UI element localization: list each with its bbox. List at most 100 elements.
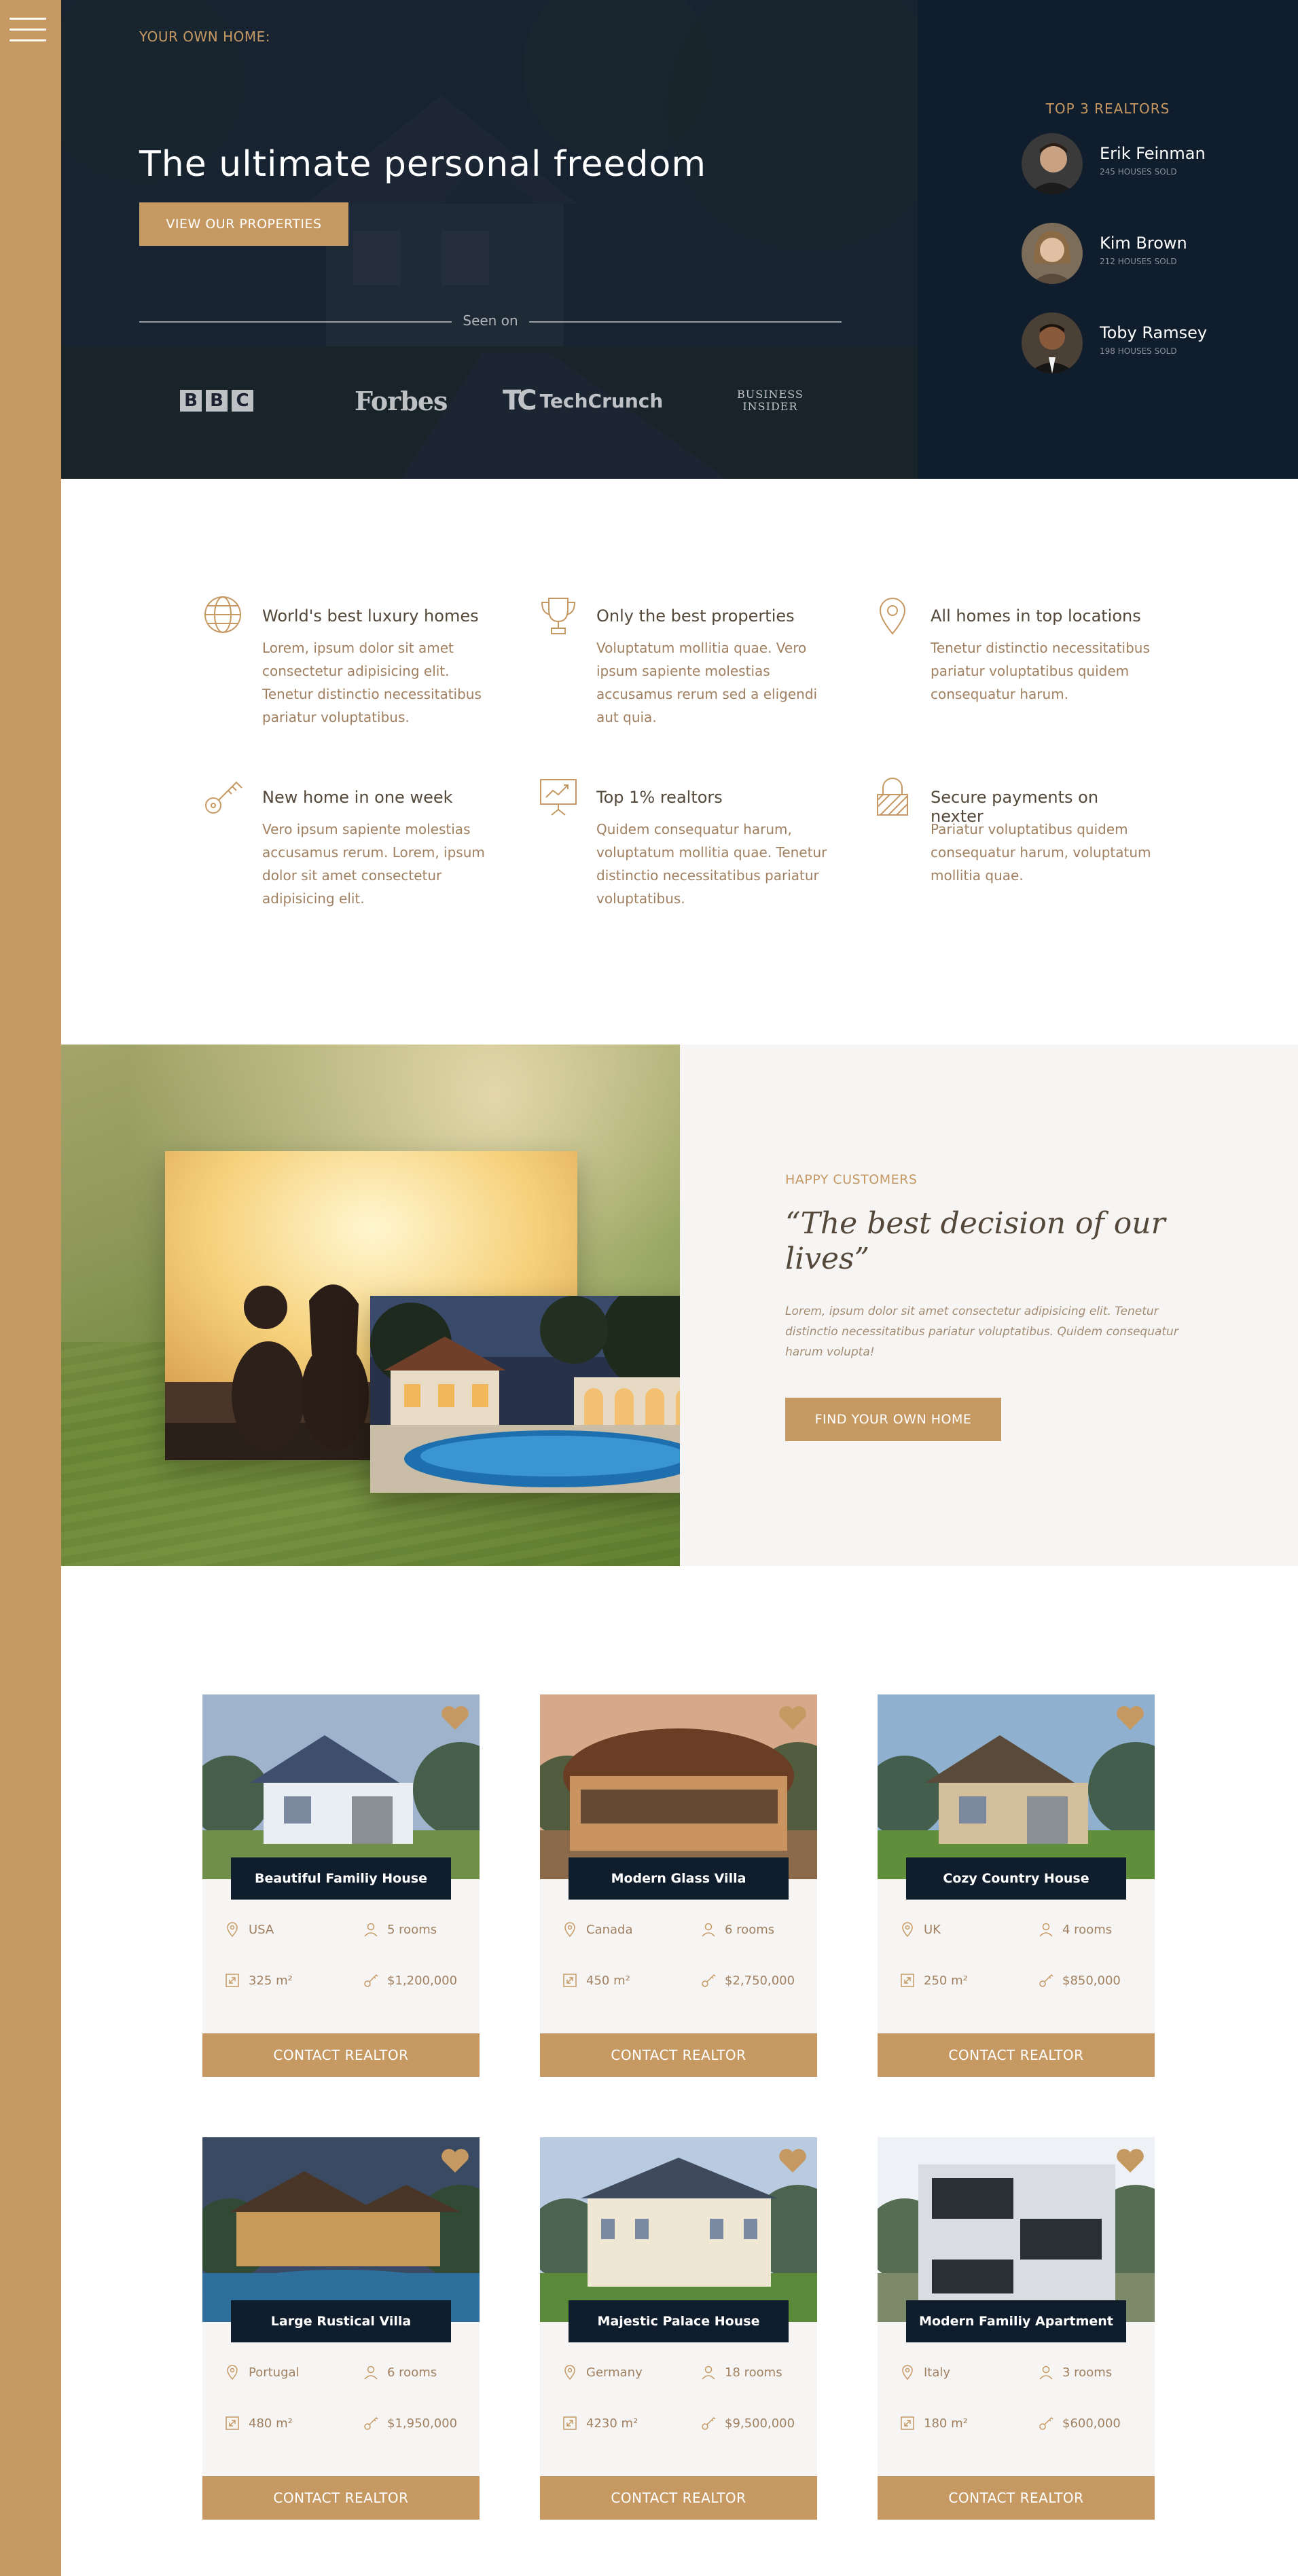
feature-item: Top 1% realtors Quidem consequatur harum… <box>537 776 827 911</box>
story-title: “The best decision of our lives” <box>785 1206 1166 1276</box>
feature-text: Tenetur distinctio necessitatibus pariat… <box>931 640 1150 702</box>
user-icon <box>700 1921 717 1938</box>
home-image <box>202 2137 480 2322</box>
home-country: Italy <box>899 2364 950 2380</box>
home-name: Modern Glass Villa <box>569 1857 789 1900</box>
home-area: 4230 m² <box>562 2415 638 2431</box>
map-pin-icon <box>224 1921 240 1938</box>
home-name: Large Rustical Villa <box>231 2300 451 2342</box>
user-icon <box>363 2364 379 2380</box>
home-card: Modern Familiy Apartment Italy 3 rooms 1… <box>878 2137 1155 2520</box>
home-price: $2,750,000 <box>700 1972 795 1989</box>
map-pin-icon <box>899 1921 916 1938</box>
home-card: Beautiful Familiy House USA 5 rooms 325 … <box>202 1694 480 2077</box>
home-name: Beautiful Familiy House <box>231 1857 451 1900</box>
realtor-item[interactable]: Erik Feinman 245 HOUSES SOLD <box>1022 133 1266 194</box>
padlock-icon <box>877 778 908 816</box>
contact-realtor-button[interactable]: CONTACT REALTOR <box>202 2033 480 2077</box>
contact-realtor-button[interactable]: CONTACT REALTOR <box>540 2476 817 2520</box>
villa-pool-image <box>370 1296 680 1493</box>
hero-title: The ultimate personal freedom <box>139 144 706 185</box>
heart-favorite-icon[interactable] <box>1115 2147 1145 2174</box>
view-properties-button[interactable]: VIEW OUR PROPERTIES <box>139 202 348 246</box>
presentation-chart-icon <box>540 779 577 816</box>
home-rooms: 5 rooms <box>363 1921 437 1938</box>
find-home-button[interactable]: FIND YOUR OWN HOME <box>785 1398 1001 1441</box>
realtors-title: TOP 3 REALTORS <box>1045 101 1170 117</box>
home-country: Portugal <box>224 2364 300 2380</box>
menu-hamburger-icon[interactable] <box>10 12 46 43</box>
bbc-logo: BBC <box>180 380 253 421</box>
home-card: Cozy Country House UK 4 rooms 250 m² $85… <box>878 1694 1155 2077</box>
sidebar <box>0 0 61 2576</box>
feature-item: All homes in top locations Tenetur disti… <box>871 594 1156 730</box>
contact-realtor-button[interactable]: CONTACT REALTOR <box>540 2033 817 2077</box>
feature-text: Vero ipsum sapiente molestias accusamus … <box>262 821 485 907</box>
home-image <box>540 1694 817 1879</box>
home-area: 180 m² <box>899 2415 968 2431</box>
key-icon <box>363 1972 379 1989</box>
hero-section: YOUR OWN HOME: The ultimate personal fre… <box>61 0 918 479</box>
realtor-sold: 245 HOUSES SOLD <box>1100 167 1177 177</box>
home-price: $1,200,000 <box>363 1972 457 1989</box>
key-icon <box>1038 1972 1054 1989</box>
realtor-name: Kim Brown <box>1100 234 1187 253</box>
key-icon <box>205 781 242 814</box>
key-icon <box>700 2415 717 2431</box>
heart-favorite-icon[interactable] <box>1115 1704 1145 1731</box>
user-icon <box>363 1921 379 1938</box>
realtor-name: Toby Ramsey <box>1100 323 1208 342</box>
map-pin-icon <box>562 1921 578 1938</box>
homes-section: Beautiful Familiy House USA 5 rooms 325 … <box>61 1566 1298 2576</box>
home-price: $9,500,000 <box>700 2415 795 2431</box>
feature-item: Only the best properties Voluptatum moll… <box>537 594 822 730</box>
key-icon <box>363 2415 379 2431</box>
home-card: Large Rustical Villa Portugal 6 rooms 48… <box>202 2137 480 2520</box>
expand-icon <box>562 1972 578 1989</box>
feature-title: New home in one week <box>262 788 453 807</box>
story-subtitle: HAPPY CUSTOMERS <box>785 1172 918 1187</box>
home-card: Modern Glass Villa Canada 6 rooms 450 m²… <box>540 1694 817 2077</box>
techcrunch-logo: TC TechCrunch <box>503 385 664 416</box>
user-icon <box>1038 2364 1054 2380</box>
home-country: Canada <box>562 1921 633 1938</box>
key-icon <box>700 1972 717 1989</box>
home-country: USA <box>224 1921 274 1938</box>
feature-text: Voluptatum mollitia quae. Vero ipsum sap… <box>596 640 818 725</box>
home-price: $600,000 <box>1038 2415 1121 2431</box>
seen-on-label: Seen on <box>463 312 518 329</box>
home-price: $850,000 <box>1038 1972 1121 1989</box>
home-name: Majestic Palace House <box>569 2300 789 2342</box>
business-insider-logo: BUSINESS INSIDER <box>737 388 804 413</box>
story-content: HAPPY CUSTOMERS “The best decision of ou… <box>680 1045 1298 1566</box>
home-price: $1,950,000 <box>363 2415 457 2431</box>
realtor-item[interactable]: Kim Brown 212 HOUSES SOLD <box>1022 223 1266 284</box>
contact-realtor-button[interactable]: CONTACT REALTOR <box>878 2033 1155 2077</box>
expand-icon <box>899 1972 916 1989</box>
top-realtors-panel: TOP 3 REALTORS Erik Feinman 245 HOUSES S… <box>918 0 1298 479</box>
home-image <box>202 1694 480 1879</box>
feature-title: World's best luxury homes <box>262 606 479 625</box>
contact-realtor-button[interactable]: CONTACT REALTOR <box>878 2476 1155 2520</box>
map-pin-icon <box>224 2364 240 2380</box>
home-rooms: 3 rooms <box>1038 2364 1112 2380</box>
realtor-sold: 212 HOUSES SOLD <box>1100 257 1177 266</box>
home-area: 450 m² <box>562 1972 630 1989</box>
realtor-name: Erik Feinman <box>1100 144 1206 163</box>
home-country: Germany <box>562 2364 643 2380</box>
feature-text: Quidem consequatur harum, voluptatum mol… <box>596 821 827 907</box>
contact-realtor-button[interactable]: CONTACT REALTOR <box>202 2476 480 2520</box>
feature-title: Only the best properties <box>596 606 795 625</box>
trophy-icon <box>541 598 576 634</box>
home-rooms: 6 rooms <box>363 2364 437 2380</box>
heart-favorite-icon[interactable] <box>440 1704 470 1731</box>
heart-favorite-icon[interactable] <box>440 2147 470 2174</box>
home-image <box>878 1694 1155 1879</box>
heart-favorite-icon[interactable] <box>778 2147 808 2174</box>
realtor-item[interactable]: Toby Ramsey 198 HOUSES SOLD <box>1022 312 1266 374</box>
seen-on-divider: Seen on <box>139 312 842 333</box>
realtor-avatar <box>1022 223 1083 284</box>
forbes-logo: Forbes <box>355 385 448 416</box>
heart-favorite-icon[interactable] <box>778 1704 808 1731</box>
home-rooms: 6 rooms <box>700 1921 774 1938</box>
